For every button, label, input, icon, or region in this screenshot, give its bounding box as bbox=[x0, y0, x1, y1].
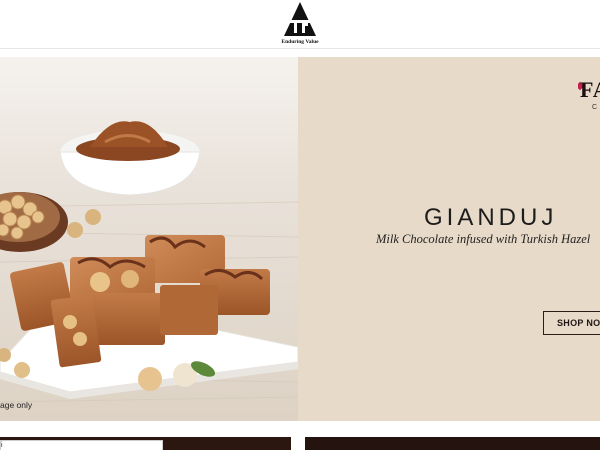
site-header: Enduring Value bbox=[0, 0, 600, 49]
brand-logo-subtext: C bbox=[592, 104, 598, 111]
shop-now-button[interactable]: SHOP NO bbox=[543, 311, 600, 335]
hero-banner[interactable]: age only FA C GIANDUJ Milk Chocolate inf… bbox=[0, 57, 600, 421]
promo-tile-left[interactable]: i bbox=[0, 437, 291, 450]
hero-subtitle: Milk Chocolate infused with Turkish Haze… bbox=[376, 232, 591, 246]
logo-triangle-icon bbox=[284, 2, 316, 36]
company-logo[interactable]: Enduring Value bbox=[278, 0, 322, 48]
fabelle-brand-logo: FA C bbox=[578, 75, 600, 115]
hero-product-image: age only bbox=[0, 57, 298, 421]
logo-tagline: Enduring Value bbox=[281, 39, 319, 45]
brand-logo-text: FA bbox=[580, 77, 600, 102]
image-disclaimer: age only bbox=[0, 400, 33, 410]
hero-title: GIANDUJ bbox=[424, 204, 558, 231]
promo-tile-right[interactable] bbox=[305, 437, 600, 450]
search-input[interactable]: i bbox=[0, 440, 163, 450]
